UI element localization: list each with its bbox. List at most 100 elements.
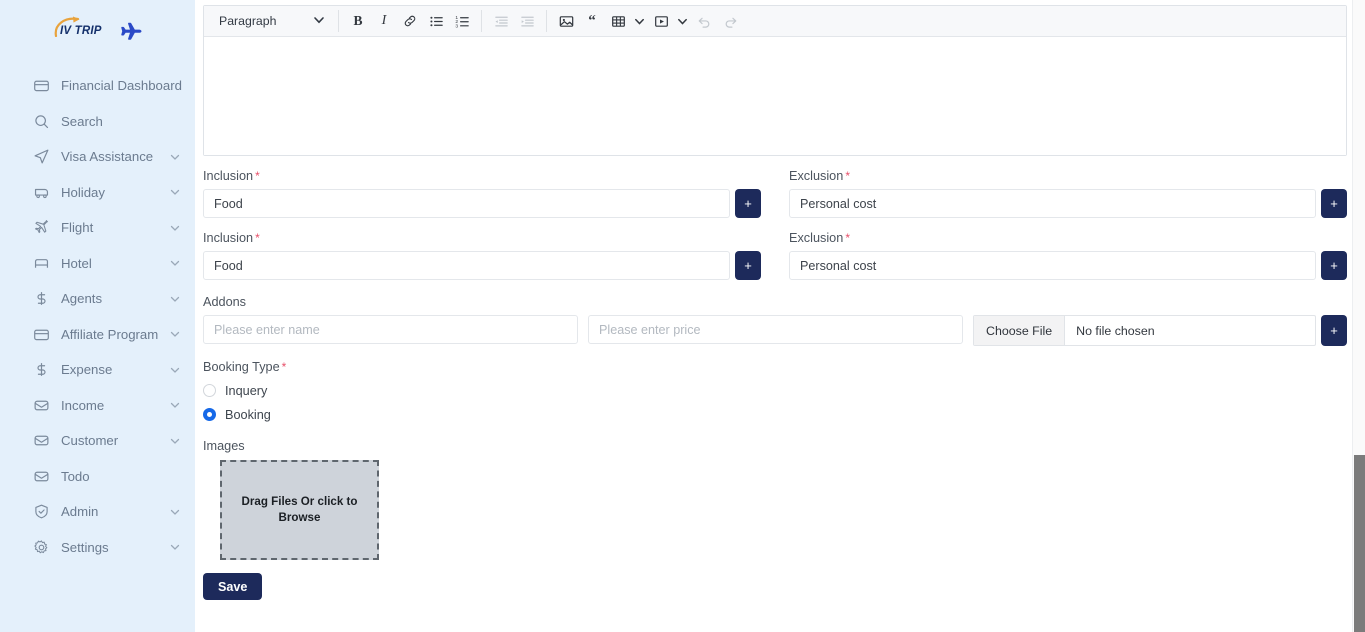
radio-selected-icon[interactable] xyxy=(203,408,216,421)
sidebar-item-label: Financial Dashboard xyxy=(61,78,182,94)
file-status-text: No file chosen xyxy=(1076,323,1155,338)
page-scrollbar[interactable] xyxy=(1352,0,1365,632)
booking-type-label-text: Booking Type xyxy=(203,360,280,374)
inclusion-exclusion-row-2: Inclusion* + Exclusion* + xyxy=(203,231,1347,280)
images-label: Images xyxy=(203,439,245,453)
block-format-select[interactable]: Paragraph xyxy=(210,7,332,35)
exclusion-input-group: + xyxy=(789,189,1347,218)
radio-icon[interactable] xyxy=(203,384,216,397)
addon-file-input[interactable]: Choose File No file chosen xyxy=(973,315,1316,346)
brand-logo[interactable]: IV TRIP xyxy=(0,0,195,54)
form-area: Paragraph B I 123 “ Inclusion * Food + E… xyxy=(195,0,1365,600)
outdent-icon[interactable] xyxy=(488,8,514,34)
sidebar-item-flight[interactable]: Flight xyxy=(0,210,195,246)
add-exclusion-button[interactable]: + xyxy=(1321,251,1347,280)
page-scrollbar-thumb[interactable] xyxy=(1354,455,1365,632)
add-inclusion-button[interactable]: + xyxy=(735,189,761,218)
sidebar-item-financial-dashboard[interactable]: Financial Dashboard xyxy=(0,68,195,104)
editor-content-area[interactable] xyxy=(204,37,1346,155)
required-asterisk: * xyxy=(845,169,850,183)
inclusion-input-group: + xyxy=(203,251,761,280)
sidebar-item-label: Income xyxy=(61,397,105,413)
sidebar-item-customer[interactable]: Customer xyxy=(0,423,195,459)
sidebar-item-label: Customer xyxy=(61,433,119,449)
sidebar-item-settings[interactable]: Settings xyxy=(0,530,195,566)
addon-price-input[interactable] xyxy=(588,315,963,344)
dollar-icon xyxy=(32,361,50,379)
table-dropdown-chevron-down-icon[interactable] xyxy=(631,8,648,34)
chevron-down-icon[interactable] xyxy=(169,541,181,553)
media-icon[interactable] xyxy=(648,8,674,34)
chevron-down-icon[interactable] xyxy=(169,399,181,411)
chevron-down-icon[interactable] xyxy=(169,257,181,269)
addons-section: Addons Choose File No file chosen + xyxy=(203,295,1347,346)
save-button[interactable]: Save xyxy=(203,573,263,600)
indent-icon[interactable] xyxy=(514,8,540,34)
sidebar-item-expense[interactable]: Expense xyxy=(0,352,195,388)
dollar-icon xyxy=(32,290,50,308)
exclusion-label: Exclusion * xyxy=(789,231,1347,245)
exclusion-field-2: Exclusion* + xyxy=(775,231,1347,280)
chevron-down-icon[interactable] xyxy=(169,151,181,163)
add-exclusion-button[interactable]: + xyxy=(1321,189,1347,218)
chevron-down-icon[interactable] xyxy=(169,293,181,305)
media-dropdown-chevron-down-icon[interactable] xyxy=(674,8,691,34)
sidebar-item-admin[interactable]: Admin xyxy=(0,494,195,530)
exclusion-label-text: Exclusion xyxy=(789,169,844,183)
chevron-down-icon[interactable] xyxy=(169,364,181,376)
booking-type-option-booking[interactable]: Booking xyxy=(203,404,1347,425)
bed-icon xyxy=(32,254,50,272)
sidebar-item-label: Todo xyxy=(61,468,90,484)
sidebar-item-todo[interactable]: Todo xyxy=(0,459,195,495)
inclusion-input[interactable] xyxy=(203,189,730,218)
chevron-down-icon[interactable] xyxy=(169,506,181,518)
inbox-icon xyxy=(32,467,50,485)
dropzone-text: Drag Files Or click to Browse xyxy=(241,495,358,524)
exclusion-input[interactable] xyxy=(789,251,1316,280)
chevron-down-icon[interactable] xyxy=(169,186,181,198)
bold-button[interactable]: B xyxy=(345,8,371,34)
chevron-down-icon xyxy=(312,13,326,30)
rich-text-editor: Paragraph B I 123 “ xyxy=(203,5,1347,156)
sidebar-item-income[interactable]: Income xyxy=(0,388,195,424)
italic-button[interactable]: I xyxy=(371,8,397,34)
exclusion-input[interactable] xyxy=(789,189,1316,218)
sidebar-nav: Financial Dashboard Search Visa Assistan… xyxy=(0,68,195,565)
link-icon[interactable] xyxy=(397,8,423,34)
booking-type-option-inquery[interactable]: Inquery xyxy=(203,380,1347,401)
chevron-down-icon[interactable] xyxy=(169,435,181,447)
sidebar-item-affiliate-program[interactable]: Affiliate Program xyxy=(0,317,195,353)
choose-file-button[interactable]: Choose File xyxy=(974,316,1066,345)
sidebar-item-hotel[interactable]: Hotel xyxy=(0,246,195,282)
brand-name: IV TRIP xyxy=(60,25,102,37)
sidebar-item-agents[interactable]: Agents xyxy=(0,281,195,317)
plane-icon xyxy=(121,22,142,40)
editor-toolbar: Paragraph B I 123 “ xyxy=(204,6,1346,37)
sidebar-item-label: Settings xyxy=(61,539,109,555)
required-asterisk: * xyxy=(255,169,260,183)
table-icon[interactable] xyxy=(605,8,631,34)
toolbar-divider xyxy=(338,10,339,32)
inbox-icon xyxy=(32,396,50,414)
undo-icon[interactable] xyxy=(691,8,717,34)
exclusion-label-text: Exclusion xyxy=(789,231,844,245)
chevron-down-icon[interactable] xyxy=(169,328,181,340)
sidebar-item-search[interactable]: Search xyxy=(0,104,195,140)
radio-label: Inquery xyxy=(225,383,268,398)
blockquote-button[interactable]: “ xyxy=(579,8,605,34)
numbered-list-icon[interactable]: 123 xyxy=(449,8,475,34)
add-addon-button[interactable]: + xyxy=(1321,315,1347,346)
bullet-list-icon[interactable] xyxy=(423,8,449,34)
inclusion-input[interactable] xyxy=(203,251,730,280)
send-icon xyxy=(32,148,50,166)
image-icon[interactable] xyxy=(553,8,579,34)
redo-icon[interactable] xyxy=(717,8,743,34)
add-inclusion-button[interactable]: + xyxy=(735,251,761,280)
bus-icon xyxy=(32,183,50,201)
addon-name-input[interactable] xyxy=(203,315,578,344)
sidebar-item-visa-assistance[interactable]: Visa Assistance xyxy=(0,139,195,175)
sidebar-item-label: Flight xyxy=(61,220,94,236)
chevron-down-icon[interactable] xyxy=(169,222,181,234)
sidebar-item-holiday[interactable]: Holiday xyxy=(0,175,195,211)
image-dropzone[interactable]: Drag Files Or click to Browse xyxy=(220,460,379,560)
